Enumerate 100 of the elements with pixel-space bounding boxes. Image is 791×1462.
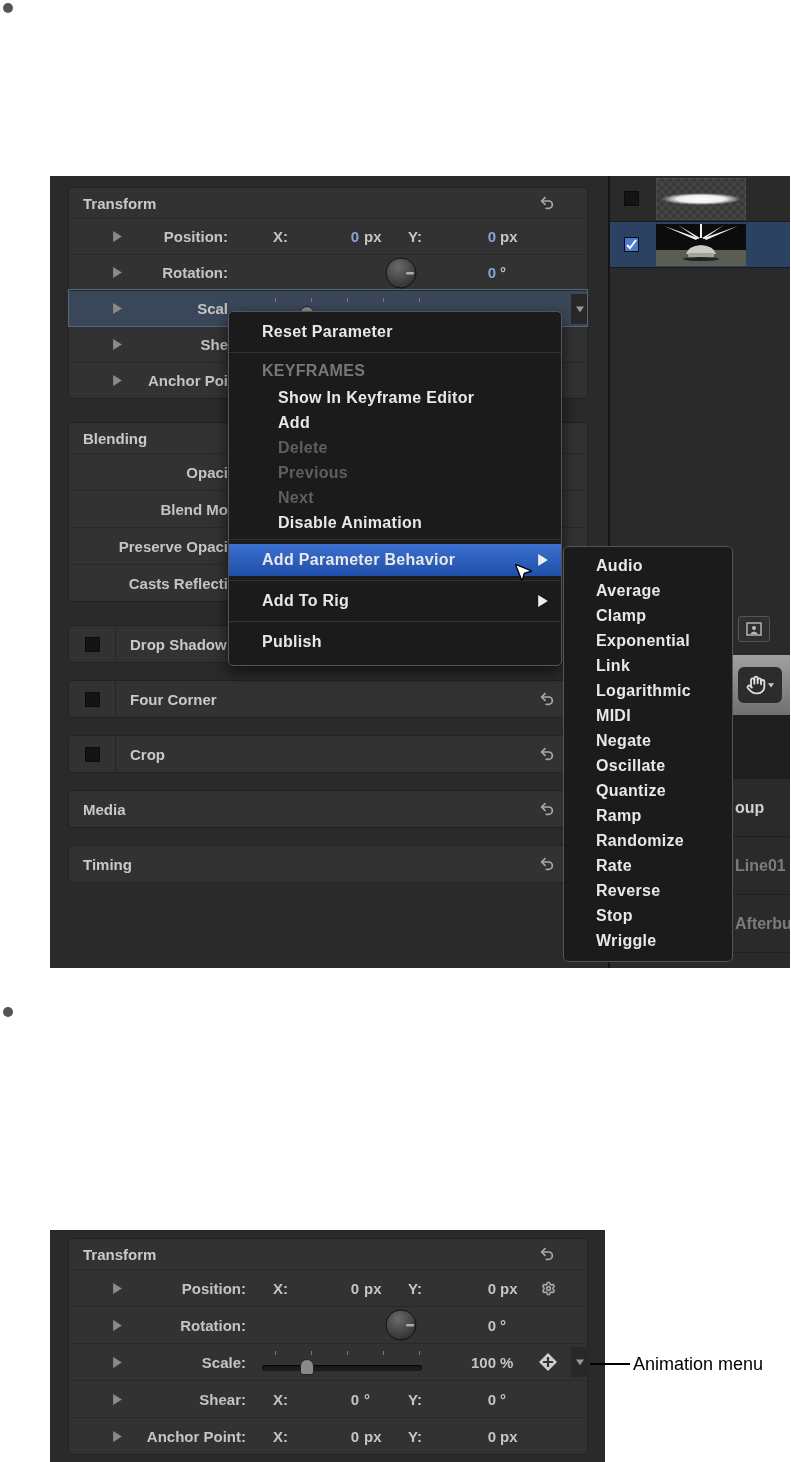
submenu-arrow-icon[interactable] bbox=[537, 595, 549, 607]
menu-item[interactable]: Logarithmic bbox=[564, 678, 732, 703]
layer-name[interactable]: oup bbox=[735, 798, 765, 817]
disclosure-arrow-icon[interactable] bbox=[112, 1356, 123, 1368]
parameter-value[interactable]: 0 bbox=[350, 228, 359, 245]
menu-item[interactable]: Quantize bbox=[564, 778, 732, 803]
reset-icon[interactable] bbox=[539, 856, 555, 872]
enable-checkbox[interactable] bbox=[84, 746, 100, 762]
unit-label: ° bbox=[500, 1316, 506, 1334]
animation-menu-button[interactable] bbox=[571, 293, 589, 324]
reset-icon[interactable] bbox=[539, 746, 555, 762]
disclosure-arrow-icon[interactable] bbox=[112, 339, 123, 350]
parameter-label: She bbox=[200, 336, 228, 353]
parameter-value[interactable]: 0 bbox=[487, 228, 496, 245]
unit-label: px bbox=[364, 228, 382, 245]
unit-label: ° bbox=[364, 1390, 370, 1408]
section-title: Four Corner bbox=[130, 690, 217, 708]
axis-label: X: bbox=[273, 1427, 288, 1445]
parameter-value[interactable]: 0 bbox=[487, 1390, 496, 1408]
menu-item[interactable]: Exponential bbox=[564, 628, 732, 653]
menu-item[interactable]: Add Parameter Behavior bbox=[229, 544, 561, 576]
axis-label: Y: bbox=[408, 1427, 422, 1445]
parameter-value[interactable]: 0 bbox=[350, 1279, 359, 1297]
menu-item[interactable]: Oscillate bbox=[564, 753, 732, 778]
menu-item[interactable]: MIDI bbox=[564, 703, 732, 728]
view-button[interactable] bbox=[738, 615, 770, 642]
parameter-label: Scale: bbox=[201, 1353, 246, 1371]
animation-menu-button[interactable] bbox=[571, 1347, 589, 1377]
parameter-label: Position: bbox=[163, 228, 228, 245]
person-frame-icon bbox=[746, 621, 762, 636]
layer-row[interactable] bbox=[610, 176, 790, 222]
disclosure-arrow-icon[interactable] bbox=[112, 303, 123, 314]
enable-checkbox[interactable] bbox=[84, 636, 100, 652]
bullet-icon bbox=[3, 3, 13, 13]
parameter-value[interactable]: 0 bbox=[487, 1316, 496, 1334]
settings-icon[interactable] bbox=[540, 1280, 556, 1296]
section-title: Transform bbox=[83, 194, 157, 212]
rotation-dial[interactable] bbox=[385, 1309, 417, 1341]
parameter-label: Anchor Poi bbox=[148, 372, 228, 389]
enable-checkbox[interactable] bbox=[84, 691, 100, 707]
menu-item[interactable]: Ramp bbox=[564, 803, 732, 828]
menu-item[interactable]: Clamp bbox=[564, 603, 732, 628]
parameter-value[interactable]: 0 bbox=[487, 1427, 496, 1445]
parameter-value[interactable]: 0 bbox=[487, 264, 496, 281]
keyframe-icon[interactable] bbox=[538, 1352, 558, 1372]
caret-icon[interactable] bbox=[768, 682, 774, 688]
layer-checkbox[interactable] bbox=[624, 191, 639, 206]
dropdown-arrow-icon[interactable] bbox=[576, 1358, 584, 1366]
disclosure-arrow-icon[interactable] bbox=[112, 1393, 123, 1405]
section-title: Transform bbox=[83, 1245, 157, 1263]
menu-item[interactable]: Wriggle bbox=[564, 928, 732, 953]
menu-item[interactable]: Show In Keyframe Editor bbox=[229, 385, 561, 410]
menu-item[interactable]: Rate bbox=[564, 853, 732, 878]
menu-item[interactable]: Disable Animation bbox=[229, 510, 561, 535]
scale-slider[interactable] bbox=[262, 1349, 422, 1375]
menu-item[interactable]: Reset Parameter bbox=[229, 316, 561, 348]
dropdown-arrow-icon[interactable] bbox=[576, 304, 584, 313]
parameter-label: Rotation: bbox=[162, 264, 228, 281]
disclosure-arrow-icon[interactable] bbox=[112, 1282, 123, 1294]
parameter-label: Opaci bbox=[186, 463, 228, 481]
hand-icon bbox=[746, 675, 766, 695]
axis-label: Y: bbox=[408, 1390, 422, 1408]
axis-label: Y: bbox=[408, 1279, 422, 1297]
unit-label: px bbox=[364, 1427, 382, 1445]
reset-icon[interactable] bbox=[539, 195, 555, 211]
disclosure-arrow-icon[interactable] bbox=[112, 267, 123, 278]
menu-item[interactable]: Average bbox=[564, 578, 732, 603]
layer-row[interactable] bbox=[610, 222, 790, 268]
menu-item[interactable]: Add bbox=[229, 410, 561, 435]
parameter-label: Position: bbox=[181, 1279, 246, 1297]
section-title: Media bbox=[83, 800, 126, 818]
disclosure-arrow-icon[interactable] bbox=[112, 375, 123, 386]
parameter-value[interactable]: 0 bbox=[487, 1279, 496, 1297]
parameter-label: Blend Mo bbox=[160, 500, 228, 518]
disclosure-arrow-icon[interactable] bbox=[112, 1430, 123, 1442]
menu-item[interactable]: Audio bbox=[564, 553, 732, 578]
parameter-value[interactable]: 0 bbox=[350, 1390, 359, 1408]
menu-item[interactable]: Randomize bbox=[564, 828, 732, 853]
unit-label: px bbox=[364, 1279, 382, 1297]
layer-checkbox[interactable] bbox=[624, 237, 639, 252]
unit-label: ° bbox=[500, 1390, 506, 1408]
parameter-value[interactable]: 100 bbox=[470, 1353, 496, 1371]
menu-item[interactable]: Stop bbox=[564, 903, 732, 928]
menu-section-header: KEYFRAMES bbox=[261, 361, 367, 381]
menu-item[interactable]: Negate bbox=[564, 728, 732, 753]
parameter-value[interactable]: 0 bbox=[350, 1427, 359, 1445]
menu-item[interactable]: Publish bbox=[229, 626, 561, 658]
disclosure-arrow-icon[interactable] bbox=[112, 231, 123, 242]
axis-label: X: bbox=[273, 1279, 288, 1297]
unit-label: % bbox=[500, 1353, 514, 1371]
menu-item[interactable]: Add To Rig bbox=[229, 585, 561, 617]
reset-icon[interactable] bbox=[539, 1246, 555, 1262]
reset-icon[interactable] bbox=[539, 691, 555, 707]
menu-item[interactable]: Reverse bbox=[564, 878, 732, 903]
disclosure-arrow-icon[interactable] bbox=[112, 1319, 123, 1331]
hand-tool-button[interactable] bbox=[738, 667, 782, 703]
parameter-label: Scal bbox=[197, 300, 228, 317]
reset-icon[interactable] bbox=[539, 801, 555, 817]
rotation-dial[interactable] bbox=[385, 256, 417, 289]
menu-item[interactable]: Link bbox=[564, 653, 732, 678]
